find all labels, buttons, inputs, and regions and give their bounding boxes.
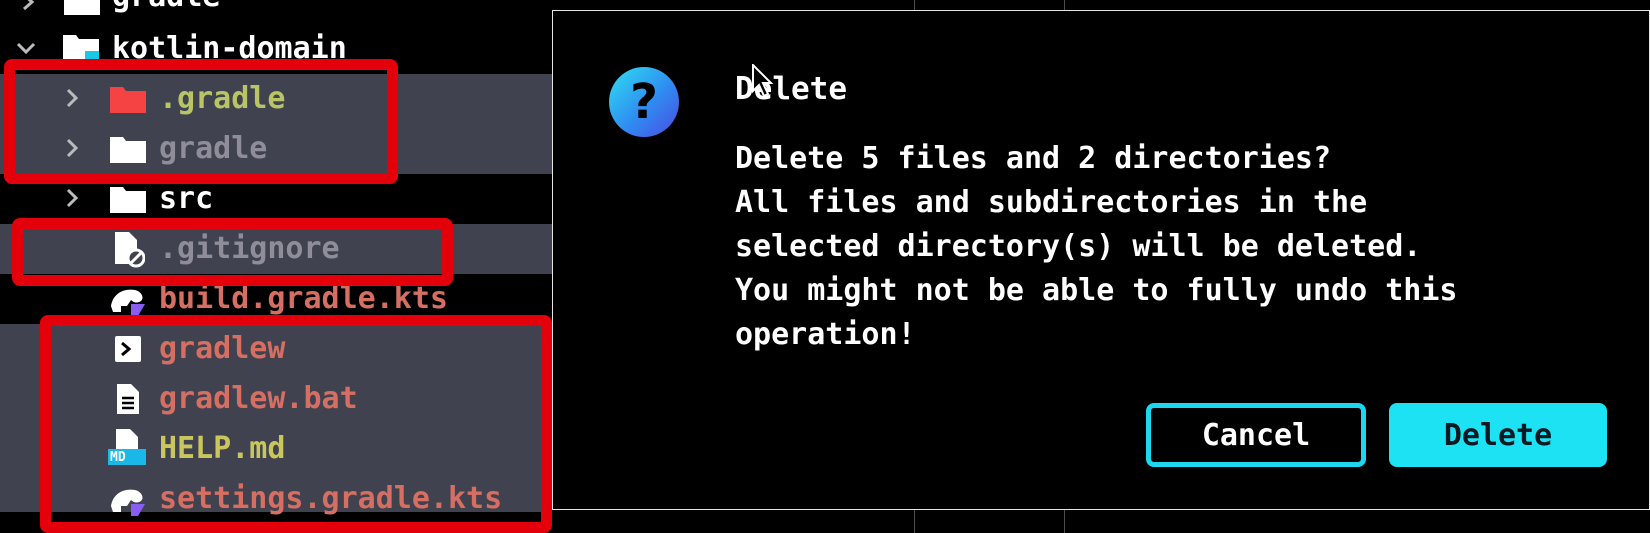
chevron-down-icon[interactable] xyxy=(14,36,38,60)
delete-button[interactable]: Delete xyxy=(1389,403,1607,467)
project-tree: gradle kotlin-domain .gradle gradle src … xyxy=(0,0,552,533)
dialog-message-line: All files and subdirectories in the xyxy=(735,185,1368,220)
dialog-message-line: selected directory(s) will be deleted. xyxy=(735,229,1422,264)
question-icon: ? xyxy=(609,67,679,137)
dialog-message-line: operation! xyxy=(735,317,916,352)
highlight-box xyxy=(40,315,552,533)
panel-divider xyxy=(914,510,915,533)
dialog-message-line: You might not be able to fully undo this xyxy=(735,273,1458,308)
panel-divider xyxy=(1064,510,1065,533)
highlight-box xyxy=(4,59,398,184)
folder-icon xyxy=(108,178,148,218)
highlight-box xyxy=(12,218,453,286)
dialog-message: Delete 5 files and 2 directories? All fi… xyxy=(735,137,1457,357)
folder-icon xyxy=(62,0,102,20)
panel-divider xyxy=(914,0,915,10)
tree-item-gradle-root[interactable]: gradle xyxy=(112,0,220,22)
mouse-cursor-icon xyxy=(752,62,774,102)
cancel-button[interactable]: Cancel xyxy=(1146,403,1366,467)
delete-dialog: ? Delete Delete 5 files and 2 directorie… xyxy=(552,10,1650,510)
chevron-right-icon[interactable] xyxy=(16,0,40,14)
dialog-message-line: Delete 5 files and 2 directories? xyxy=(735,141,1332,176)
chevron-right-icon[interactable] xyxy=(60,186,84,210)
panel-divider xyxy=(1064,0,1065,10)
